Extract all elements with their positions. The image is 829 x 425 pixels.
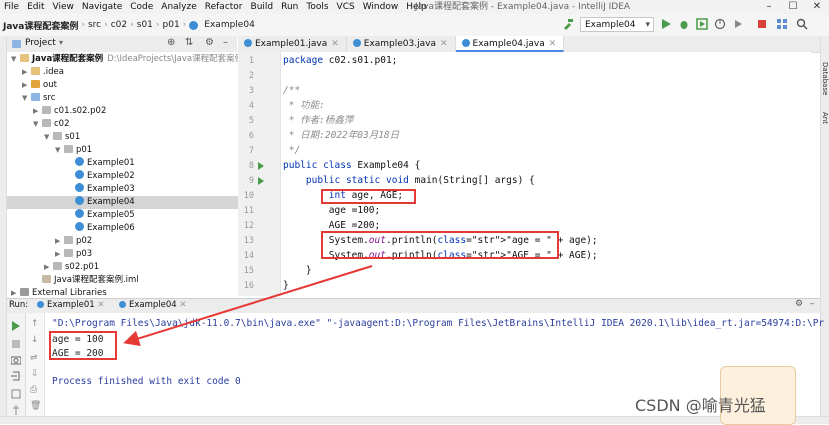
annotation-arrow xyxy=(123,265,373,347)
